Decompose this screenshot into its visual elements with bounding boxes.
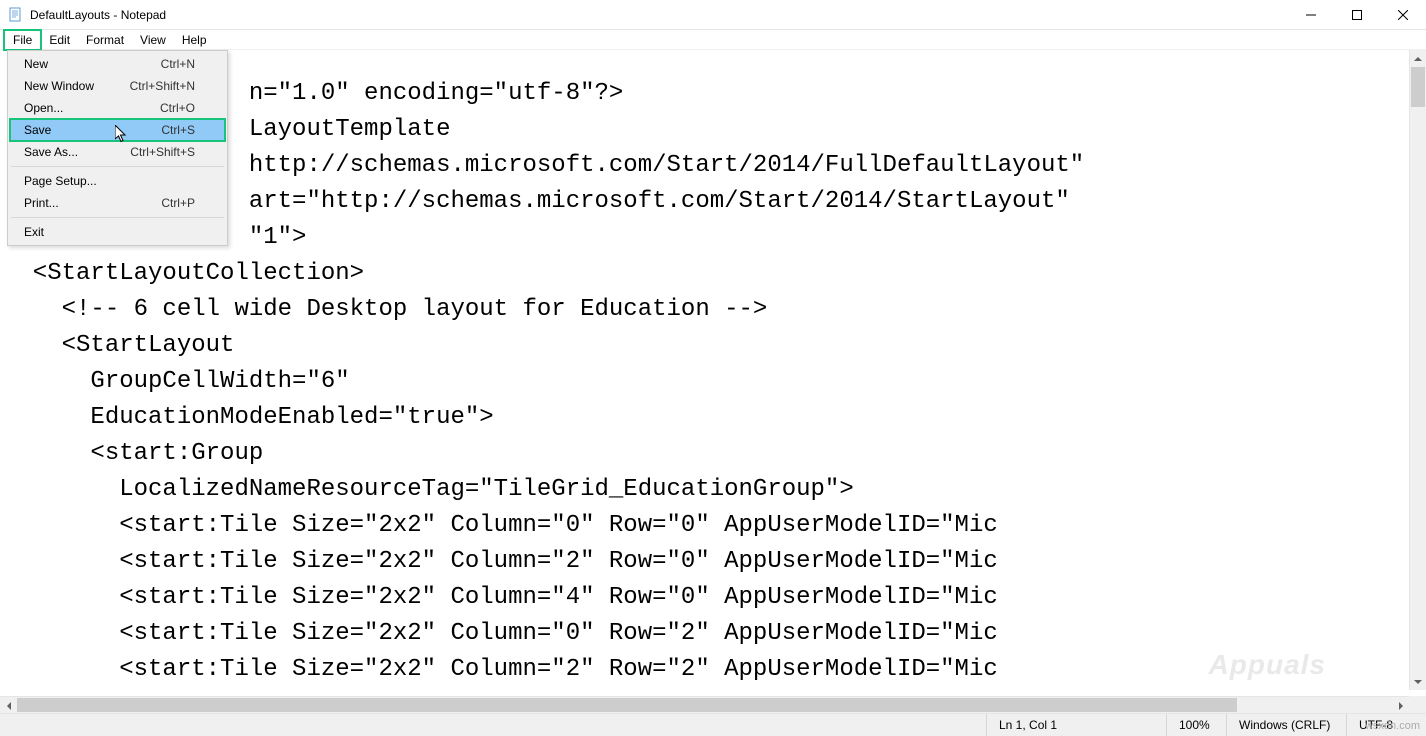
menu-item-save[interactable]: Save Ctrl+S <box>10 119 225 141</box>
menu-item-label: Print... <box>24 196 161 210</box>
menu-item-save-as[interactable]: Save As... Ctrl+Shift+S <box>10 141 225 163</box>
scroll-thumb[interactable] <box>17 698 1237 712</box>
menu-item-shortcut: Ctrl+P <box>161 196 195 210</box>
menu-separator <box>11 217 224 218</box>
window-title: DefaultLayouts - Notepad <box>30 8 166 22</box>
menu-file[interactable]: File <box>4 30 41 50</box>
watermark-url: wsxdn.com <box>1365 720 1420 732</box>
scroll-thumb[interactable] <box>1411 67 1425 107</box>
menu-item-shortcut: Ctrl+Shift+N <box>130 79 195 93</box>
status-line-ending: Windows (CRLF) <box>1226 714 1346 736</box>
menu-item-label: New Window <box>24 79 130 93</box>
menu-item-shortcut: Ctrl+N <box>161 57 195 71</box>
minimize-button[interactable] <box>1288 0 1334 30</box>
menu-item-label: Save <box>24 123 161 137</box>
menu-help[interactable]: Help <box>174 31 215 49</box>
notepad-icon <box>8 7 24 23</box>
status-position: Ln 1, Col 1 <box>986 714 1166 736</box>
scroll-up-button[interactable] <box>1410 50 1426 67</box>
status-zoom: 100% <box>1166 714 1226 736</box>
menu-item-print[interactable]: Print... Ctrl+P <box>10 192 225 214</box>
menu-item-page-setup[interactable]: Page Setup... <box>10 170 225 192</box>
status-bar: Ln 1, Col 1 100% Windows (CRLF) UTF-8 <box>0 713 1426 736</box>
scroll-track[interactable] <box>1410 67 1426 673</box>
watermark-brand: Appuals <box>1209 649 1326 681</box>
menu-bar: File Edit Format View Help <box>0 30 1426 50</box>
menu-item-shortcut: Ctrl+O <box>160 101 195 115</box>
menu-item-label: Save As... <box>24 145 130 159</box>
menu-item-new-window[interactable]: New Window Ctrl+Shift+N <box>10 75 225 97</box>
title-bar: DefaultLayouts - Notepad <box>0 0 1426 30</box>
menu-item-open[interactable]: Open... Ctrl+O <box>10 97 225 119</box>
menu-separator <box>11 166 224 167</box>
maximize-button[interactable] <box>1334 0 1380 30</box>
horizontal-scrollbar[interactable] <box>0 696 1409 713</box>
vertical-scrollbar[interactable] <box>1409 50 1426 690</box>
scroll-track[interactable] <box>17 697 1392 713</box>
close-button[interactable] <box>1380 0 1426 30</box>
menu-item-shortcut: Ctrl+Shift+S <box>130 145 195 159</box>
menu-edit[interactable]: Edit <box>41 31 78 49</box>
menu-view[interactable]: View <box>132 31 174 49</box>
scroll-corner <box>1409 696 1426 713</box>
menu-format[interactable]: Format <box>78 31 132 49</box>
menu-item-new[interactable]: New Ctrl+N <box>10 53 225 75</box>
menu-item-label: Page Setup... <box>24 174 195 188</box>
menu-item-label: Open... <box>24 101 160 115</box>
scroll-right-button[interactable] <box>1392 697 1409 714</box>
menu-item-label: Exit <box>24 225 195 239</box>
scroll-down-button[interactable] <box>1410 673 1426 690</box>
scroll-left-button[interactable] <box>0 697 17 714</box>
menu-item-shortcut: Ctrl+S <box>161 123 195 137</box>
menu-item-exit[interactable]: Exit <box>10 221 225 243</box>
menu-item-label: New <box>24 57 161 71</box>
file-menu-dropdown: New Ctrl+N New Window Ctrl+Shift+N Open.… <box>7 50 228 246</box>
